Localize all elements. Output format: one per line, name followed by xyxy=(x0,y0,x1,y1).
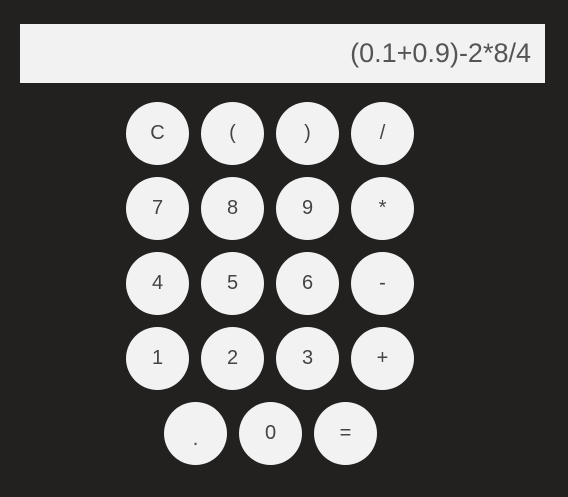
digit-4-button[interactable]: 4 xyxy=(126,252,189,315)
clear-button[interactable]: C xyxy=(126,102,189,165)
calculator-app: (0.1+0.9)-2*8/4 C ( ) / 7 8 9 * 4 5 6 - … xyxy=(0,0,568,497)
close-paren-button[interactable]: ) xyxy=(276,102,339,165)
divide-button[interactable]: / xyxy=(351,102,414,165)
digit-8-button[interactable]: 8 xyxy=(201,177,264,240)
equals-button[interactable]: = xyxy=(314,402,377,465)
digit-5-button[interactable]: 5 xyxy=(201,252,264,315)
digit-0-button[interactable]: 0 xyxy=(239,402,302,465)
multiply-button[interactable]: * xyxy=(351,177,414,240)
digit-2-button[interactable]: 2 xyxy=(201,327,264,390)
minus-button[interactable]: - xyxy=(351,252,414,315)
expression-display: (0.1+0.9)-2*8/4 xyxy=(20,24,545,83)
digit-6-button[interactable]: 6 xyxy=(276,252,339,315)
digit-7-button[interactable]: 7 xyxy=(126,177,189,240)
decimal-button[interactable]: . xyxy=(164,402,227,465)
open-paren-button[interactable]: ( xyxy=(201,102,264,165)
plus-button[interactable]: + xyxy=(351,327,414,390)
expression-text: (0.1+0.9)-2*8/4 xyxy=(350,38,531,68)
digit-3-button[interactable]: 3 xyxy=(276,327,339,390)
digit-9-button[interactable]: 9 xyxy=(276,177,339,240)
digit-1-button[interactable]: 1 xyxy=(126,327,189,390)
